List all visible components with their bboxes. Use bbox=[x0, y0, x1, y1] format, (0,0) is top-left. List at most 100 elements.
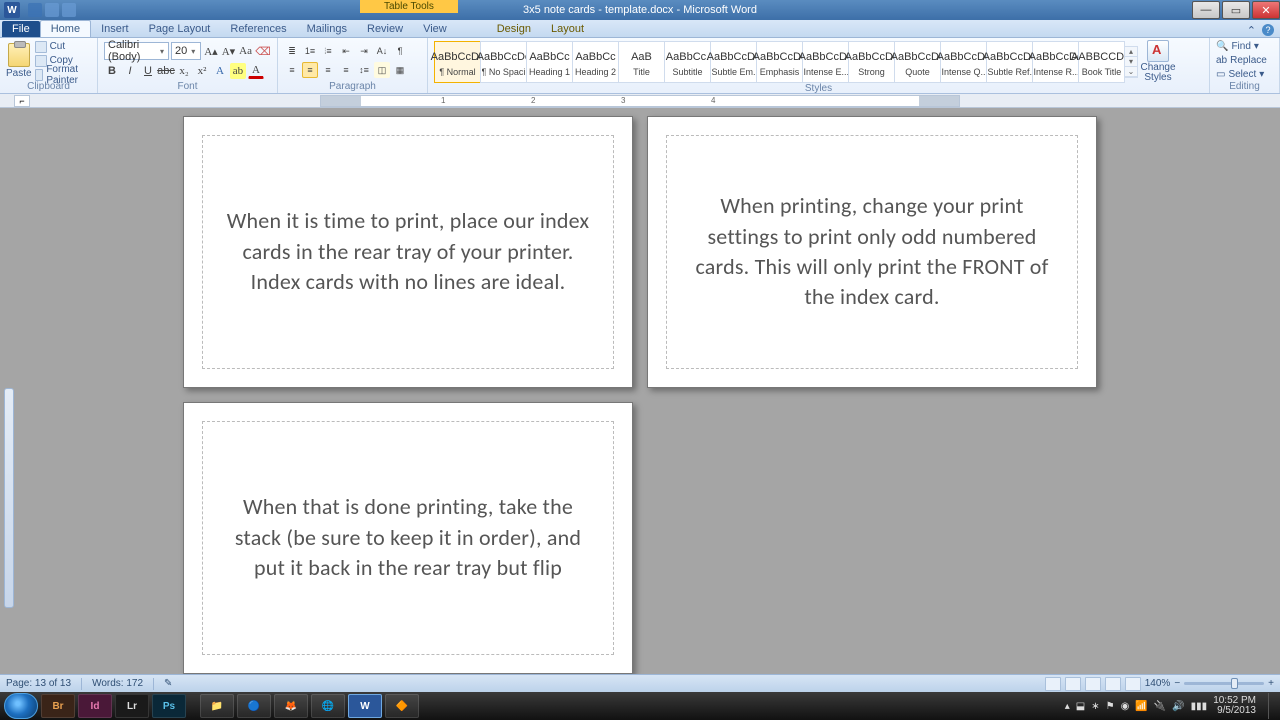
index-card-page[interactable]: When that is done printing, take the sta… bbox=[183, 402, 633, 674]
tray-bluetooth-icon[interactable]: ∗ bbox=[1091, 701, 1099, 712]
bullets-button[interactable]: ≣ bbox=[284, 43, 300, 59]
tray-power-icon[interactable]: 🔌 bbox=[1154, 701, 1166, 712]
style-item[interactable]: AaBbCcDcStrong bbox=[848, 41, 895, 83]
strikethrough-button[interactable]: abc bbox=[158, 63, 174, 79]
justify-button[interactable]: ≡ bbox=[338, 62, 354, 78]
tab-file[interactable]: File bbox=[2, 21, 40, 37]
tab-design[interactable]: Design bbox=[487, 21, 541, 37]
tab-review[interactable]: Review bbox=[357, 21, 413, 37]
redo-icon[interactable] bbox=[62, 3, 76, 17]
table-cell[interactable]: When printing, change your print setting… bbox=[666, 135, 1078, 369]
highlight-button[interactable]: ab bbox=[230, 63, 246, 79]
find-button[interactable]: 🔍Find ▾ bbox=[1216, 40, 1267, 53]
increase-indent-button[interactable]: ⇥ bbox=[356, 43, 372, 59]
shrink-font-button[interactable]: A▾ bbox=[221, 43, 236, 59]
style-item[interactable]: AaBbCcHeading 1 bbox=[526, 41, 573, 83]
tab-insert[interactable]: Insert bbox=[91, 21, 139, 37]
undo-icon[interactable] bbox=[45, 3, 59, 17]
change-styles-button[interactable]: Change Styles bbox=[1138, 40, 1178, 83]
font-name-combo[interactable]: Calibri (Body)▾ bbox=[104, 42, 169, 60]
taskbar-app-firefox[interactable]: 🦊 bbox=[274, 694, 308, 718]
grow-font-button[interactable]: A▴ bbox=[203, 43, 218, 59]
format-painter-button[interactable]: Format Painter bbox=[35, 68, 91, 81]
taskbar-app-chrome[interactable]: 🌐 bbox=[311, 694, 345, 718]
style-item[interactable]: AaBbCcDcEmphasis bbox=[756, 41, 803, 83]
style-item[interactable]: AABBCCDCBook Title bbox=[1078, 41, 1125, 83]
italic-button[interactable]: I bbox=[122, 63, 138, 79]
align-center-button[interactable]: ≡ bbox=[302, 62, 318, 78]
taskbar-app-vlc[interactable]: 🔶 bbox=[385, 694, 419, 718]
cut-button[interactable]: Cut bbox=[35, 40, 91, 53]
taskbar-app-explorer[interactable]: 📁 bbox=[200, 694, 234, 718]
bold-button[interactable]: B bbox=[104, 63, 120, 79]
full-screen-view-button[interactable] bbox=[1065, 677, 1081, 691]
draft-view-button[interactable] bbox=[1125, 677, 1141, 691]
card-text[interactable]: When that is done printing, take the sta… bbox=[225, 492, 591, 583]
style-item[interactable]: AaBbCcDcIntense Q... bbox=[940, 41, 987, 83]
tray-signal-icon[interactable]: ▮▮▮ bbox=[1191, 701, 1208, 712]
show-desktop-button[interactable] bbox=[1268, 693, 1276, 719]
horizontal-ruler[interactable]: 1234 bbox=[320, 95, 960, 107]
start-button[interactable] bbox=[4, 693, 38, 719]
taskbar-clock[interactable]: 10:52 PM 9/5/2013 bbox=[1213, 696, 1262, 717]
align-left-button[interactable]: ≡ bbox=[284, 62, 300, 78]
page-indicator[interactable]: Page: 13 of 13 bbox=[6, 678, 71, 689]
taskbar-app-indesign[interactable]: Id bbox=[78, 694, 112, 718]
tab-page-layout[interactable]: Page Layout bbox=[139, 21, 221, 37]
taskbar-app-lightroom[interactable]: Lr bbox=[115, 694, 149, 718]
taskbar-app-photoshop[interactable]: Ps bbox=[152, 694, 186, 718]
show-marks-button[interactable]: ¶ bbox=[392, 43, 408, 59]
underline-button[interactable]: U bbox=[140, 63, 156, 79]
tray-network-icon[interactable]: 📶 bbox=[1135, 701, 1147, 712]
align-right-button[interactable]: ≡ bbox=[320, 62, 336, 78]
taskbar-app-media[interactable]: 🔵 bbox=[237, 694, 271, 718]
vertical-scrollbar[interactable] bbox=[4, 108, 14, 674]
minimize-button[interactable]: — bbox=[1192, 1, 1220, 19]
tray-volume-icon[interactable]: 🔊 bbox=[1172, 701, 1184, 712]
print-layout-view-button[interactable] bbox=[1045, 677, 1061, 691]
style-item[interactable]: AaBbCc.Subtitle bbox=[664, 41, 711, 83]
card-text[interactable]: When printing, change your print setting… bbox=[689, 191, 1055, 312]
close-button[interactable]: ✕ bbox=[1252, 1, 1280, 19]
sort-button[interactable]: A↓ bbox=[374, 43, 390, 59]
tab-mailings[interactable]: Mailings bbox=[297, 21, 357, 37]
zoom-slider-thumb[interactable] bbox=[1231, 678, 1238, 689]
numbering-button[interactable]: 1≡ bbox=[302, 43, 318, 59]
tray-shield-icon[interactable]: ◉ bbox=[1121, 701, 1130, 712]
borders-button[interactable]: ▦ bbox=[392, 62, 408, 78]
decrease-indent-button[interactable]: ⇤ bbox=[338, 43, 354, 59]
outline-view-button[interactable] bbox=[1105, 677, 1121, 691]
multilevel-list-button[interactable]: ⦙≡ bbox=[320, 43, 336, 59]
zoom-slider[interactable] bbox=[1184, 682, 1264, 685]
tray-up-icon[interactable]: ▴ bbox=[1065, 701, 1070, 712]
tab-view[interactable]: View bbox=[413, 21, 457, 37]
style-item[interactable]: AaBbCcDcSubtle Em... bbox=[710, 41, 757, 83]
proofing-icon[interactable]: ✎ bbox=[164, 678, 172, 689]
select-button[interactable]: ▭Select ▾ bbox=[1216, 68, 1267, 81]
style-item[interactable]: AaBbCcDc¶ Normal bbox=[434, 41, 481, 83]
tray-dropbox-icon[interactable]: ⬓ bbox=[1076, 701, 1085, 712]
subscript-button[interactable]: x₂ bbox=[176, 63, 192, 79]
card-text[interactable]: When it is time to print, place our inde… bbox=[225, 206, 591, 297]
taskbar-app-bridge[interactable]: Br bbox=[41, 694, 75, 718]
line-spacing-button[interactable]: ↕≡ bbox=[356, 62, 372, 78]
zoom-out-button[interactable]: − bbox=[1174, 678, 1180, 689]
text-effects-button[interactable]: A bbox=[212, 63, 228, 79]
change-case-button[interactable]: Aa bbox=[238, 43, 253, 59]
style-item[interactable]: AaBbCcDcSubtle Ref... bbox=[986, 41, 1033, 83]
help-icon[interactable]: ? bbox=[1262, 24, 1274, 36]
styles-row-up-icon[interactable]: ▴ bbox=[1125, 47, 1137, 57]
font-color-button[interactable]: A bbox=[248, 63, 264, 79]
styles-gallery[interactable]: AaBbCcDc¶ NormalAaBbCcDc¶ No Spaci...AaB… bbox=[434, 41, 1124, 83]
paste-button[interactable]: Paste bbox=[6, 41, 32, 81]
scrollbar-thumb[interactable] bbox=[4, 388, 14, 608]
save-icon[interactable] bbox=[28, 3, 42, 17]
font-size-combo[interactable]: 20▾ bbox=[171, 42, 201, 60]
tab-selector[interactable]: ⌐ bbox=[14, 95, 30, 107]
style-item[interactable]: AaBbCcDcIntense E... bbox=[802, 41, 849, 83]
tab-layout[interactable]: Layout bbox=[541, 21, 594, 37]
styles-scroll[interactable]: ▴ ▾ ⌄ bbox=[1124, 46, 1138, 78]
zoom-in-button[interactable]: + bbox=[1268, 678, 1274, 689]
styles-row-down-icon[interactable]: ▾ bbox=[1125, 57, 1137, 67]
table-cell[interactable]: When it is time to print, place our inde… bbox=[202, 135, 614, 369]
